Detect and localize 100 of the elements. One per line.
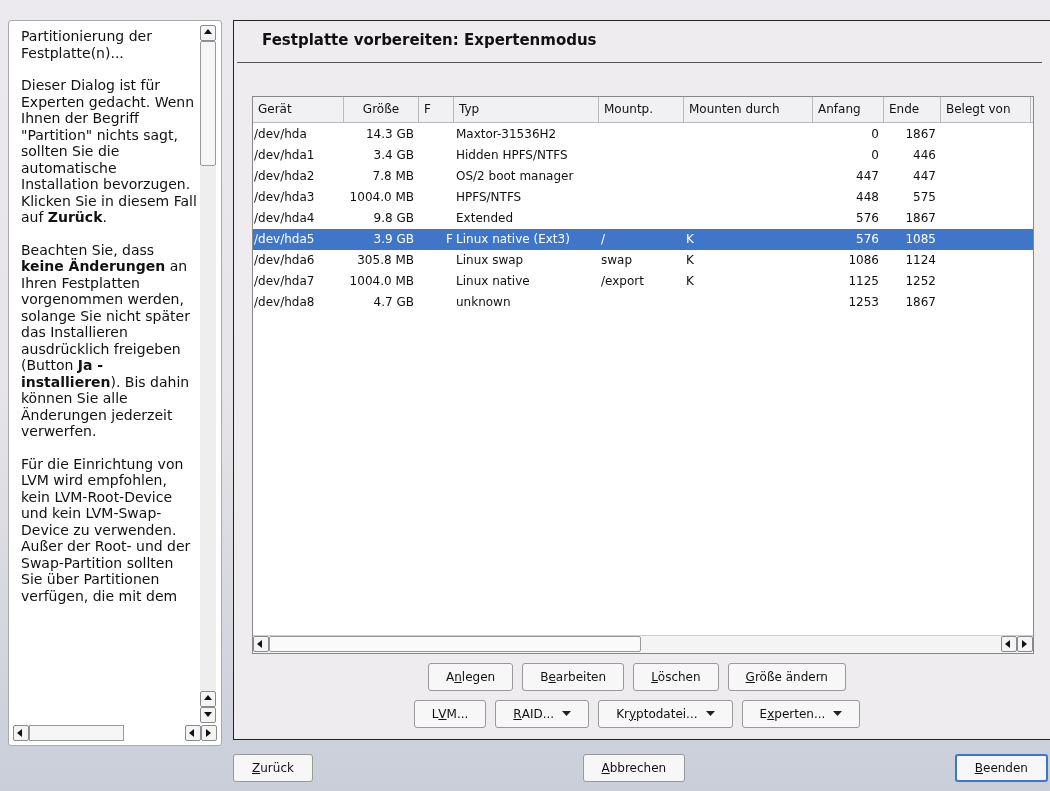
table-cell: 14.3 GB xyxy=(365,127,414,141)
table-cell: 576 xyxy=(856,232,879,246)
footer-button[interactable]: Zurück xyxy=(233,753,313,782)
scroll-left-button[interactable] xyxy=(185,725,201,741)
scroll-up-button[interactable] xyxy=(200,691,216,707)
table-cell: 1867 xyxy=(905,127,936,141)
scroll-down-button[interactable] xyxy=(200,707,216,723)
table-cell: 0 xyxy=(871,148,879,162)
table-row[interactable]: /dev/hda3 1004.0 MB HPFS/NTFS 448 575 xyxy=(253,186,1033,208)
table-cell: /dev/hda1 xyxy=(254,148,315,162)
table-cell: HPFS/NTFS xyxy=(456,190,522,204)
scroll-left-button[interactable] xyxy=(253,636,269,652)
table-cell: /dev/hda3 xyxy=(254,190,315,204)
table-row[interactable]: /dev/hda7 1004.0 MB Linux native /export K 1125 1252 xyxy=(253,270,1033,292)
column-header[interactable]: Mounten durch xyxy=(684,96,813,122)
table-cell: / xyxy=(601,232,606,246)
table-cell: unknown xyxy=(456,295,511,309)
action-button[interactable]: LVM... xyxy=(413,699,487,728)
action-button[interactable]: Experten... xyxy=(741,699,861,728)
table-cell: 3.9 GB xyxy=(373,232,414,246)
table-cell: 1867 xyxy=(905,295,936,309)
table-row[interactable]: /dev/hda6 305.8 MB Linux swap swap K 1086 1124 xyxy=(253,249,1033,271)
table-cell: Linux swap xyxy=(456,253,524,267)
scrollbar-thumb[interactable] xyxy=(269,636,641,652)
footer-button[interactable]: Abbrechen xyxy=(582,753,686,782)
table-cell: /export xyxy=(601,274,644,288)
table-row[interactable]: /dev/hda2 7.8 MB OS/2 boot manager 447 447 xyxy=(253,165,1033,187)
table-cell: Maxtor-31536H2 xyxy=(456,127,557,141)
table-cell: 1004.0 MB xyxy=(349,190,414,204)
table-cell: 1252 xyxy=(905,274,936,288)
table-cell: 4.7 GB xyxy=(373,295,414,309)
table-cell: 447 xyxy=(856,169,879,183)
table-cell: 1124 xyxy=(905,253,936,267)
caret-icon xyxy=(705,711,715,716)
scrollbar-thumb[interactable] xyxy=(200,41,216,166)
scroll-right-button[interactable] xyxy=(201,725,217,741)
column-header[interactable]: F xyxy=(419,96,454,122)
table-cell: 447 xyxy=(913,169,936,183)
column-header[interactable]: Mountp. xyxy=(599,96,684,122)
action-button[interactable]: Anlegen xyxy=(428,662,514,691)
table-cell: 305.8 MB xyxy=(357,253,414,267)
table-row[interactable]: /dev/hda 14.3 GB Maxtor-31536H2 0 1867 xyxy=(253,123,1033,145)
column-header[interactable]: Typ xyxy=(454,96,599,122)
footer-button[interactable]: Beenden xyxy=(954,753,1048,782)
caret-icon xyxy=(833,711,843,716)
column-header[interactable]: Anfang xyxy=(813,96,884,122)
table-cell: 448 xyxy=(856,190,879,204)
table-cell: F xyxy=(446,232,453,246)
action-button[interactable]: Bearbeiten xyxy=(522,662,625,691)
table-cell: 575 xyxy=(913,190,936,204)
table-cell: Extended xyxy=(456,211,513,225)
table-cell: /dev/hda8 xyxy=(254,295,315,309)
column-header[interactable]: Ende xyxy=(884,96,941,122)
table-cell: /dev/hda5 xyxy=(254,232,315,246)
table-cell: 9.8 GB xyxy=(373,211,414,225)
scrollbar-thumb[interactable] xyxy=(29,725,124,741)
table-row[interactable]: /dev/hda4 9.8 GB Extended 576 1867 xyxy=(253,207,1033,229)
table-cell: K xyxy=(686,274,694,288)
table-cell: 1086 xyxy=(848,253,879,267)
table-cell: 1085 xyxy=(905,232,936,246)
table-cell: /dev/hda2 xyxy=(254,169,315,183)
dialog-title: Festplatte vorbereiten: Expertenmodus xyxy=(262,30,598,51)
table-cell: 1004.0 MB xyxy=(349,274,414,288)
table-row[interactable]: /dev/hda8 4.7 GB unknown 1253 1867 xyxy=(253,291,1033,313)
scroll-right-button[interactable] xyxy=(1017,636,1033,652)
table-cell: /dev/hda7 xyxy=(254,274,315,288)
table-cell: K xyxy=(686,232,694,246)
table-cell: 1125 xyxy=(848,274,879,288)
column-header[interactable]: Gerät xyxy=(253,96,344,122)
table-row[interactable]: /dev/hda5 3.9 GB F Linux native (Ext3) / K 576 1085 xyxy=(253,228,1033,250)
table-cell: /dev/hda6 xyxy=(254,253,315,267)
table-cell: swap xyxy=(601,253,633,267)
action-button[interactable]: Löschen xyxy=(633,662,719,691)
table-cell: 0 xyxy=(871,127,879,141)
table-cell: Hidden HPFS/NTFS xyxy=(456,148,568,162)
table-cell: 1867 xyxy=(905,211,936,225)
column-header[interactable]: Größe xyxy=(344,96,419,122)
caret-icon xyxy=(562,711,572,716)
help-paragraph: Für die Einrichtung von LVM wird empfohlen, kein LVM-Root-Device und kein LVM-Swap-Device zu verwenden. Außer der Root- und der Swap-Partition sollten Sie über Partitionen verfügen, die mit dem xyxy=(21,455,192,604)
help-paragraph: Dieser Dialog ist für Experten gedacht. Wenn Ihnen der Begriff "Partition" nichts sagt, sollten Sie die automatische Installation bevorzugen. Klicken Sie in diesem Fall auf Zurück. xyxy=(21,77,197,226)
table-cell: Linux native (Ext3) xyxy=(456,232,570,246)
scroll-up-button[interactable] xyxy=(200,25,216,41)
help-paragraph: Partitionierung der Festplatte(n)... xyxy=(21,28,153,61)
help-paragraph: Beachten Sie, dass keine Änderungen an Ihren Festplatten vorgenommen werden, solange Sie nicht später das Installieren ausdrücklich freigeben (Button Ja - installieren). Bis dahin können Sie alle Änderungen jederzeit verwerfen. xyxy=(21,241,191,440)
table-cell: Linux native xyxy=(456,274,530,288)
scroll-left-button[interactable] xyxy=(13,725,29,741)
table-cell: OS/2 boot manager xyxy=(456,169,574,183)
table-cell: 1253 xyxy=(848,295,879,309)
table-cell: 576 xyxy=(856,211,879,225)
table-cell: /dev/hda xyxy=(254,127,307,141)
table-cell: 446 xyxy=(913,148,936,162)
action-button[interactable]: Kryptodatei... xyxy=(598,699,733,728)
action-button[interactable]: Größe ändern xyxy=(727,662,846,691)
scroll-left-button[interactable] xyxy=(1001,636,1017,652)
action-button[interactable]: RAID... xyxy=(495,699,590,728)
table-cell: K xyxy=(686,253,694,267)
column-header[interactable]: Belegt von xyxy=(941,96,1031,122)
table-row[interactable]: /dev/hda1 3.4 GB Hidden HPFS/NTFS 0 446 xyxy=(253,144,1033,166)
table-cell: 3.4 GB xyxy=(373,148,414,162)
table-cell: /dev/hda4 xyxy=(254,211,315,225)
